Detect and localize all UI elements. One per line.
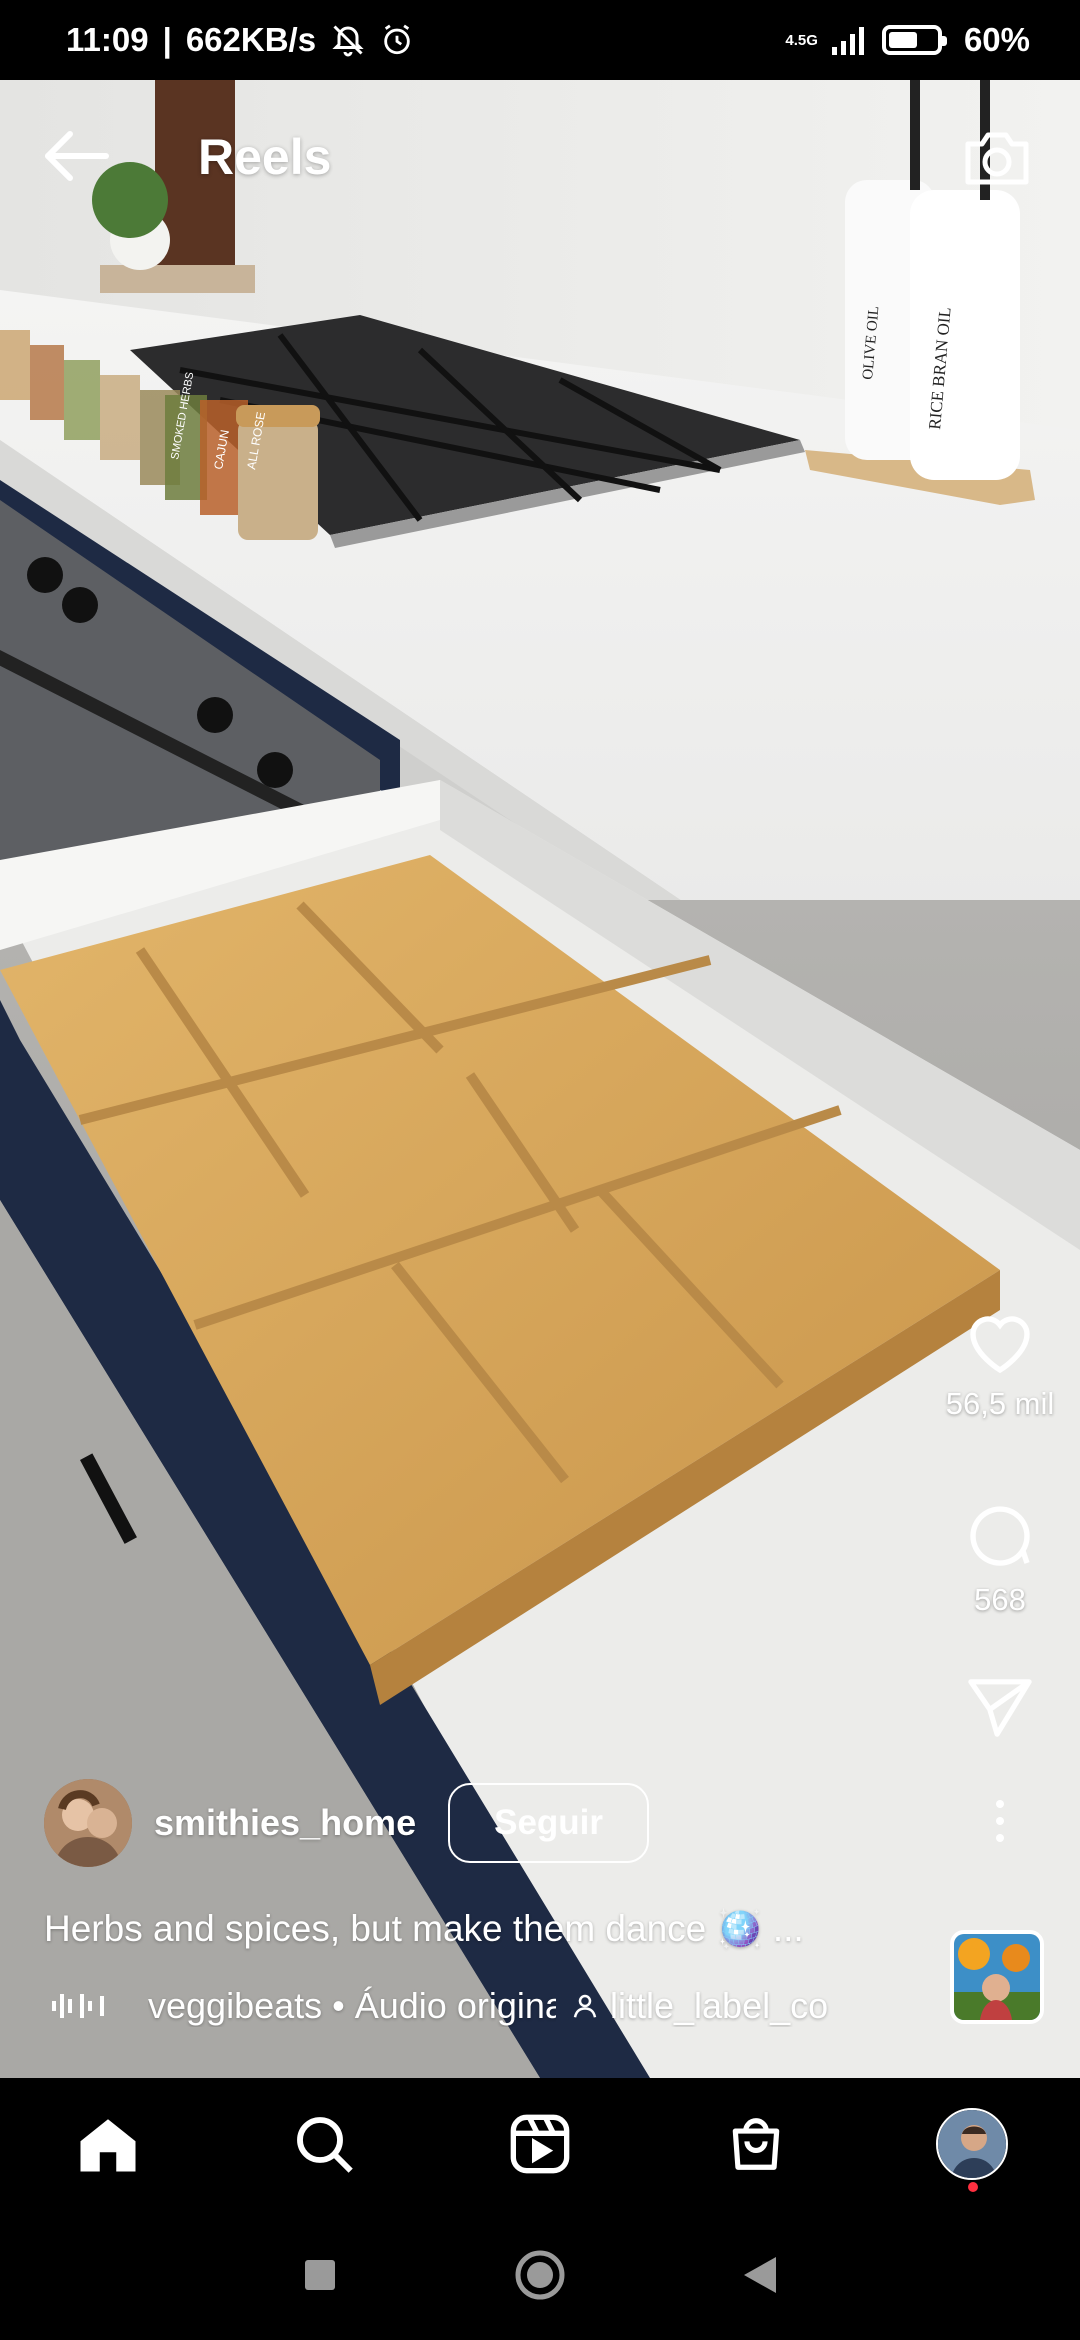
home-icon xyxy=(80,2119,136,2172)
audio-track-link[interactable]: veggibeats • Áudio original xyxy=(148,1985,556,2027)
heart-icon[interactable] xyxy=(964,1310,1036,1376)
reels-icon xyxy=(510,2114,570,2174)
nav-home[interactable] xyxy=(58,2094,158,2194)
profile-avatar-image xyxy=(938,2110,1006,2178)
page-title: Reels xyxy=(198,129,332,185)
audio-thumbnail-image xyxy=(954,1934,1040,2020)
nav-reels[interactable] xyxy=(490,2094,590,2194)
comment-count: 568 xyxy=(974,1582,1026,1617)
square-icon xyxy=(305,2260,335,2290)
reels-header: Reels xyxy=(0,80,1080,240)
author-username[interactable]: smithies_home xyxy=(154,1802,416,1844)
like-count: 56,5 mil xyxy=(945,1386,1055,1421)
status-left: 11:09 | 662KB/s xyxy=(66,21,414,59)
notification-dot xyxy=(968,2182,978,2192)
stone-tray xyxy=(100,265,255,293)
search-icon xyxy=(297,2117,353,2173)
send-icon[interactable] xyxy=(965,1676,1035,1740)
more-options-action[interactable] xyxy=(992,1796,1008,1866)
back-button[interactable] xyxy=(725,2240,795,2310)
status-time: 11:09 xyxy=(66,21,149,58)
recents-button[interactable] xyxy=(285,2240,355,2310)
nav-search[interactable] xyxy=(274,2094,374,2194)
status-right: 4.5G 60% xyxy=(785,21,1030,59)
audio-waveform-icon xyxy=(52,1994,104,2018)
oven-knob-4 xyxy=(257,752,293,788)
network-type: 4.5G xyxy=(785,33,818,48)
bell-muted-icon xyxy=(332,25,364,57)
comment-action[interactable]: 568 xyxy=(964,1500,1036,1650)
reel-actions: 56,5 mil 568 xyxy=(920,1310,1080,1866)
tagged-username: little_label_co xyxy=(610,1985,829,2026)
follow-button[interactable]: Seguir xyxy=(448,1783,650,1863)
audio-row: veggibeats • Áudio original little_label… xyxy=(50,1985,846,2027)
status-divider: | xyxy=(162,21,172,58)
network-label: 4.5G xyxy=(785,31,818,49)
battery-percent: 60% xyxy=(963,21,1030,58)
author-row: smithies_home Seguir xyxy=(44,1778,650,1868)
home-button[interactable] xyxy=(505,2240,575,2310)
network-speed: 662KB/s xyxy=(185,21,317,58)
nav-shop[interactable] xyxy=(706,2094,806,2194)
more-vertical-icon[interactable] xyxy=(992,1796,1008,1846)
oven-knob-1 xyxy=(27,557,63,593)
oven-knob-2 xyxy=(62,587,98,623)
share-action[interactable] xyxy=(965,1676,1035,1756)
bottom-nav xyxy=(0,2078,1080,2210)
oven-knob-3 xyxy=(197,697,233,733)
battery-fill xyxy=(888,32,917,48)
like-action[interactable]: 56,5 mil xyxy=(945,1310,1055,1470)
signal-icon xyxy=(831,27,864,55)
nav-profile[interactable] xyxy=(922,2094,1022,2194)
profile-avatar xyxy=(936,2108,1008,2180)
shopping-bag-icon xyxy=(732,2118,780,2170)
camera-icon[interactable] xyxy=(962,122,1032,192)
avatar-image xyxy=(44,1779,132,1867)
tagged-user[interactable]: little_label_co xyxy=(570,1985,846,2027)
battery-icon xyxy=(881,25,947,55)
post-caption[interactable]: Herbs and spices, but make them dance 🪩 … xyxy=(44,1908,804,1951)
person-icon xyxy=(573,1994,597,2018)
audio-thumbnail[interactable] xyxy=(950,1930,1044,2024)
back-arrow-icon[interactable] xyxy=(40,126,112,186)
circle-icon xyxy=(515,2250,565,2300)
author-avatar[interactable] xyxy=(44,1779,132,1867)
triangle-back-icon xyxy=(744,2257,776,2293)
status-bar: 11:09 | 662KB/s 4.5G 60% xyxy=(0,0,1080,80)
system-navigation xyxy=(0,2210,1080,2340)
alarm-icon xyxy=(384,24,410,55)
comment-icon[interactable] xyxy=(964,1500,1036,1572)
